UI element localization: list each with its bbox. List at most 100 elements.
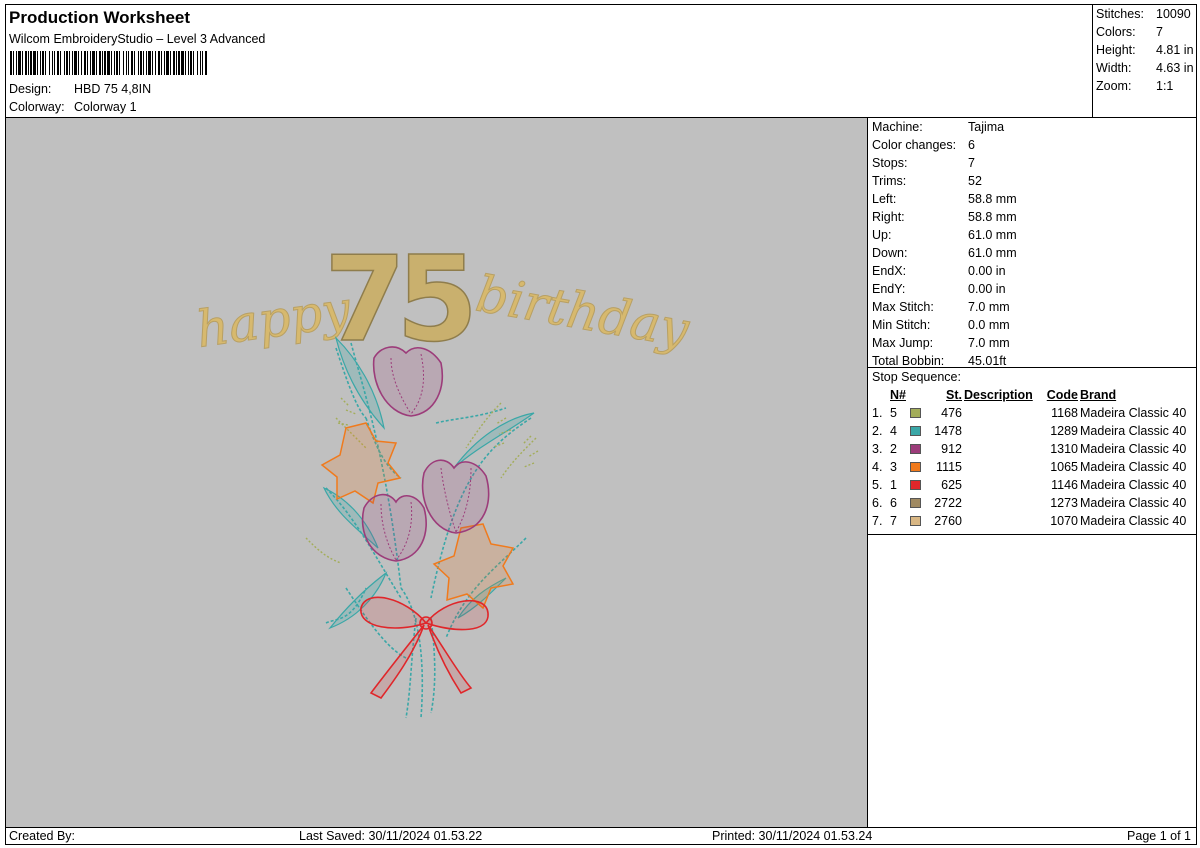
num-cell: 4 — [890, 424, 897, 438]
summary-value: 10090 — [1156, 7, 1191, 21]
brand-cell: Madeira Classic 40 — [1080, 424, 1187, 438]
barcode — [10, 51, 207, 75]
seq-cell: 7. — [872, 514, 883, 528]
table-row: 3. 2 912 1310 Madeira Classic 40 — [868, 440, 1197, 458]
summary-value: 4.63 in — [1156, 61, 1194, 75]
info-value: 58.8 mm — [968, 210, 1017, 224]
machine-info: Machine: Tajima Color changes: 6 Stops: 7 T… — [868, 118, 1197, 370]
info-label: Machine: — [872, 120, 923, 134]
brand-cell: Madeira Classic 40 — [1080, 460, 1187, 474]
stitch-count-cell: 1478 — [934, 424, 962, 438]
color-swatch — [910, 462, 921, 472]
summary-row: Width: 4.63 in — [1093, 59, 1197, 77]
summary-label: Width: — [1096, 61, 1132, 75]
info-label: EndX: — [872, 264, 907, 278]
info-row: Max Stitch: 7.0 mm — [868, 298, 1197, 316]
design-value: HBD 75 4,8IN — [74, 82, 152, 96]
software-name: Wilcom EmbroideryStudio – Level 3 Advanc… — [9, 32, 266, 46]
design-label: Design: — [9, 82, 52, 96]
flower-bouquet — [305, 336, 539, 719]
info-row: Trims: 52 — [868, 172, 1197, 190]
table-row: 5. 1 625 1146 Madeira Classic 40 — [868, 476, 1197, 494]
summary-row: Zoom: 1:1 — [1093, 77, 1197, 95]
stitch-count-cell: 476 — [941, 406, 962, 420]
seq-cell: 4. — [872, 460, 883, 474]
color-swatch — [910, 408, 921, 418]
stitch-count-cell: 912 — [941, 442, 962, 456]
stitch-count-cell: 1115 — [936, 460, 962, 474]
last-saved: Last Saved: 30/11/2024 01.53.22 — [299, 829, 483, 843]
color-swatch — [910, 516, 921, 526]
info-row: Min Stitch: 0.0 mm — [868, 316, 1197, 334]
header-num: N# — [890, 388, 906, 402]
stop-sequence-table: N# St. Description Code Brand 1. 5 476 1168… — [868, 386, 1197, 530]
seq-cell: 1. — [872, 406, 883, 420]
table-row: 6. 6 2722 1273 Madeira Classic 40 — [868, 494, 1197, 512]
seq-cell: 3. — [872, 442, 883, 456]
color-swatch — [910, 498, 921, 508]
num-cell: 6 — [890, 496, 897, 510]
summary-row: Colors: 7 — [1093, 23, 1197, 41]
code-cell: 1146 — [1051, 478, 1078, 492]
info-value: Tajima — [968, 120, 1005, 134]
stitch-count-cell: 625 — [941, 478, 962, 492]
header-description: Description — [964, 388, 1033, 402]
summary-label: Zoom: — [1096, 79, 1132, 93]
stop-sequence: Stop Sequence: N# St. Description Code B… — [868, 367, 1197, 535]
summary-label: Height: — [1096, 43, 1136, 57]
code-cell: 1065 — [1050, 460, 1078, 474]
info-row: EndY: 0.00 in — [868, 280, 1197, 298]
info-value: 0.0 mm — [968, 318, 1010, 332]
info-row: Up: 61.0 mm — [868, 226, 1197, 244]
page-title: Production Worksheet — [9, 8, 191, 27]
code-cell: 1273 — [1050, 496, 1078, 510]
info-label: Max Stitch: — [872, 300, 934, 314]
brand-cell: Madeira Classic 40 — [1080, 478, 1187, 492]
info-row: Color changes: 6 — [868, 136, 1197, 154]
code-cell: 1070 — [1050, 514, 1078, 528]
summary-value: 4.81 in — [1156, 43, 1194, 57]
summary-row: Stitches: 10090 — [1093, 5, 1197, 23]
num-cell: 7 — [890, 514, 897, 528]
color-swatch — [910, 426, 921, 436]
info-value: 58.8 mm — [968, 192, 1017, 206]
info-label: Stops: — [872, 156, 908, 170]
brand-cell: Madeira Classic 40 — [1080, 406, 1187, 420]
info-row: Max Jump: 7.0 mm — [868, 334, 1197, 352]
info-value: 6 — [968, 138, 975, 152]
header-brand: Brand — [1080, 388, 1117, 402]
design-preview: happy 75 birthday — [6, 118, 868, 827]
worksheet-frame: Production Worksheet Wilcom EmbroiderySt… — [5, 4, 1197, 845]
stitch-count-cell: 2760 — [934, 514, 962, 528]
info-row: Stops: 7 — [868, 154, 1197, 172]
info-value: 7.0 mm — [968, 300, 1010, 314]
summary-value: 1:1 — [1156, 79, 1174, 93]
info-row: Left: 58.8 mm — [868, 190, 1197, 208]
info-value: 0.00 in — [968, 282, 1006, 296]
design-row: Design: HBD 75 4,8IN — [9, 82, 151, 96]
summary-label: Colors: — [1096, 25, 1136, 39]
seq-cell: 2. — [872, 424, 883, 438]
colorway-value: Colorway 1 — [74, 100, 137, 114]
info-value: 7 — [968, 156, 975, 170]
info-value: 61.0 mm — [968, 228, 1017, 242]
info-label: Right: — [872, 210, 905, 224]
num-cell: 2 — [890, 442, 897, 456]
info-value: 0.00 in — [968, 264, 1006, 278]
table-row: 7. 7 2760 1070 Madeira Classic 40 — [868, 512, 1197, 530]
code-cell: 1289 — [1050, 424, 1078, 438]
table-header: N# St. Description Code Brand — [868, 386, 1197, 404]
code-cell: 1168 — [1051, 406, 1078, 420]
info-value: 61.0 mm — [968, 246, 1017, 260]
worksheet-header: Production Worksheet Wilcom EmbroiderySt… — [6, 5, 1092, 118]
table-row: 4. 3 1115 1065 Madeira Classic 40 — [868, 458, 1197, 476]
info-label: Max Jump: — [872, 336, 934, 350]
num-cell: 1 — [890, 478, 897, 492]
stitch-count-cell: 2722 — [934, 496, 962, 510]
seq-cell: 6. — [872, 496, 883, 510]
brand-cell: Madeira Classic 40 — [1080, 496, 1187, 510]
table-row: 2. 4 1478 1289 Madeira Classic 40 — [868, 422, 1197, 440]
header-code: Code — [1046, 388, 1078, 402]
page-number: Page 1 of 1 — [1127, 829, 1191, 843]
info-value: 7.0 mm — [968, 336, 1010, 350]
